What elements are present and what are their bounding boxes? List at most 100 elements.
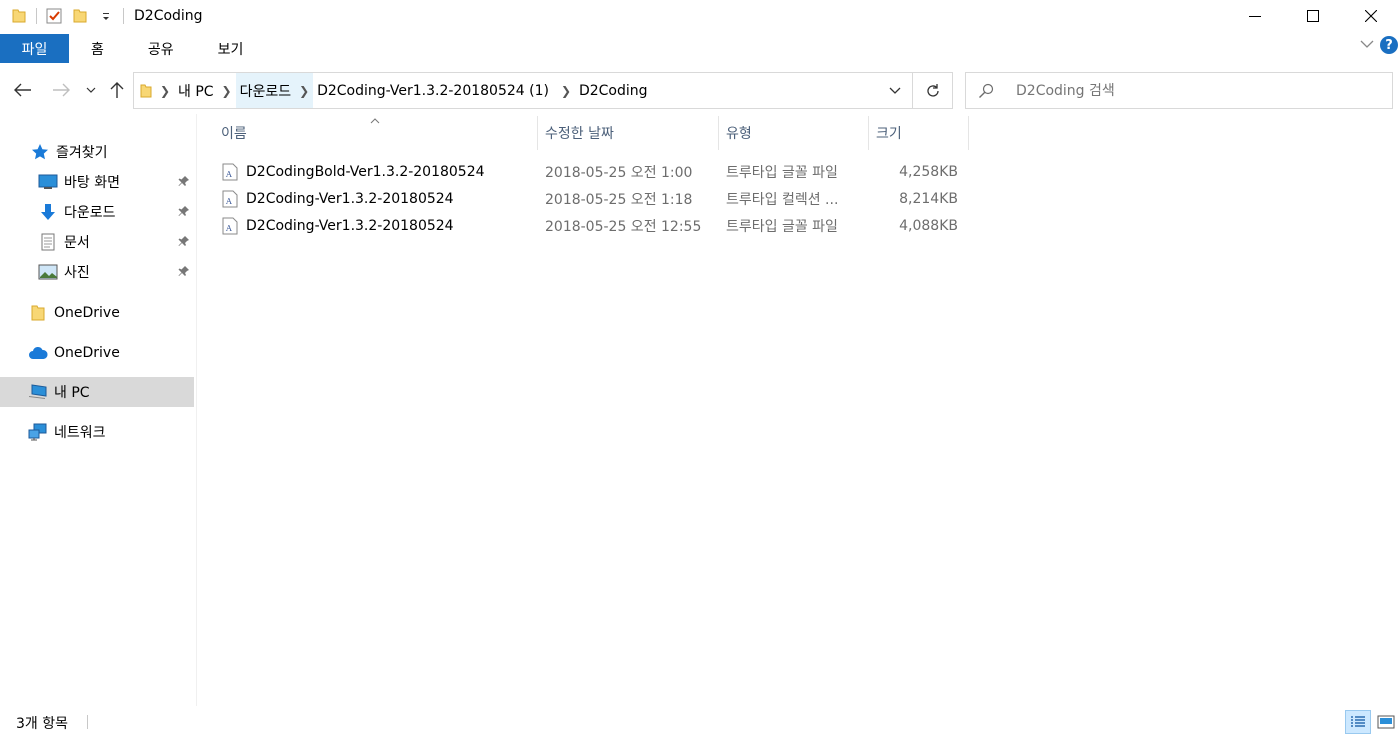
- nav-onedrive[interactable]: OneDrive: [0, 338, 194, 368]
- nav-label: 즐겨찾기: [56, 145, 108, 161]
- file-name: D2CodingBold-Ver1.3.2-20180524: [246, 163, 485, 180]
- search-input[interactable]: [1016, 82, 1376, 99]
- file-date: 2018-05-25 오전 1:00: [545, 164, 693, 181]
- nav-label: 사진: [64, 265, 90, 281]
- up-arrow-icon[interactable]: [106, 78, 128, 102]
- navigation-bar: ❯ 내 PC ❯ 다운로드 ❯ D2Coding-Ver1.3.2-201805…: [0, 66, 1400, 114]
- file-size: 8,214KB: [899, 190, 958, 207]
- back-arrow-icon[interactable]: [12, 78, 34, 102]
- file-name: D2Coding-Ver1.3.2-20180524: [246, 217, 454, 234]
- breadcrumb-chevron-icon[interactable]: ❯: [557, 73, 575, 108]
- svg-text:A: A: [225, 170, 232, 179]
- nav-documents[interactable]: 문서: [0, 227, 194, 257]
- file-row[interactable]: A D2Coding-Ver1.3.2-20180524 2018-05-25 …: [214, 185, 974, 212]
- help-icon[interactable]: ?: [1380, 36, 1398, 54]
- breadcrumb-this-pc[interactable]: 내 PC: [174, 73, 218, 108]
- nav-desktop[interactable]: 바탕 화면: [0, 167, 194, 197]
- search-box[interactable]: [965, 72, 1393, 109]
- font-file-icon: A: [220, 189, 240, 209]
- tab-share[interactable]: 공유: [126, 34, 196, 63]
- large-icons-view-button[interactable]: [1373, 710, 1399, 734]
- close-button[interactable]: [1342, 0, 1400, 32]
- document-icon: [38, 232, 58, 252]
- nav-onedrive-folder[interactable]: OneDrive: [0, 298, 194, 328]
- refresh-button[interactable]: [913, 72, 953, 109]
- file-type: 트루타입 글꼴 파일: [726, 164, 838, 181]
- file-date: 2018-05-25 오전 12:55: [545, 218, 702, 235]
- breadcrumb-chevron-icon[interactable]: ❯: [218, 73, 236, 108]
- font-file-icon: A: [220, 162, 240, 182]
- breadcrumb-chevron-icon[interactable]: ❯: [156, 73, 174, 108]
- forward-arrow-icon[interactable]: [50, 78, 72, 102]
- desktop-icon: [38, 172, 58, 192]
- file-row[interactable]: A D2Coding-Ver1.3.2-20180524 2018-05-25 …: [214, 212, 974, 239]
- nav-label: 내 PC: [54, 385, 90, 401]
- expand-ribbon-chevron-icon[interactable]: [1360, 37, 1374, 53]
- file-size: 4,088KB: [899, 217, 958, 234]
- pin-icon[interactable]: [178, 235, 190, 251]
- search-icon: [966, 83, 1006, 99]
- details-view-icon: [1351, 716, 1365, 727]
- quick-access-toolbar: D2Coding: [0, 0, 203, 32]
- nav-label: 다운로드: [64, 205, 116, 221]
- refresh-icon: [926, 83, 939, 97]
- breadcrumb-d2coding-ver[interactable]: D2Coding-Ver1.3.2-20180524 (1): [313, 73, 553, 108]
- file-name-cell: A D2Coding-Ver1.3.2-20180524: [220, 185, 454, 212]
- star-icon: [30, 142, 50, 162]
- address-bar[interactable]: ❯ 내 PC ❯ 다운로드 ❯ D2Coding-Ver1.3.2-201805…: [133, 72, 913, 109]
- sort-ascending-icon: [370, 116, 380, 127]
- download-arrow-icon: [38, 202, 58, 222]
- status-bar: 3개 항목: [0, 706, 1400, 736]
- pin-icon[interactable]: [178, 205, 190, 221]
- customize-toolbar-chevron-icon[interactable]: [95, 5, 117, 27]
- properties-check-icon[interactable]: [43, 5, 65, 27]
- tab-home[interactable]: 홈: [69, 34, 126, 63]
- column-header-date[interactable]: 수정한 날짜: [538, 116, 719, 150]
- nav-label: 바탕 화면: [64, 175, 120, 191]
- pin-icon[interactable]: [178, 175, 190, 191]
- nav-label: OneDrive: [54, 345, 120, 361]
- details-view-button[interactable]: [1345, 710, 1371, 734]
- column-header-size[interactable]: 크기: [869, 116, 969, 150]
- nav-this-pc[interactable]: 내 PC: [0, 377, 194, 407]
- nav-network[interactable]: 네트워크: [0, 417, 194, 447]
- nav-downloads[interactable]: 다운로드: [0, 197, 194, 227]
- nav-quick-access[interactable]: 즐겨찾기: [0, 137, 194, 167]
- title-bar: D2Coding: [0, 0, 1400, 32]
- folder-icon: [28, 303, 48, 323]
- tab-file[interactable]: 파일: [0, 34, 69, 63]
- column-header-type[interactable]: 유형: [719, 116, 869, 150]
- address-history-chevron-icon[interactable]: [878, 73, 912, 108]
- nav-label: OneDrive: [54, 305, 120, 321]
- status-separator: [87, 715, 88, 729]
- font-file-icon: A: [220, 216, 240, 236]
- network-icon: [28, 422, 48, 442]
- window-title: D2Coding: [134, 8, 203, 24]
- file-name: D2Coding-Ver1.3.2-20180524: [246, 190, 454, 207]
- breadcrumb-d2coding[interactable]: D2Coding: [575, 73, 652, 108]
- onedrive-cloud-icon: [28, 343, 48, 363]
- breadcrumb-chevron-icon[interactable]: ❯: [295, 73, 314, 108]
- toolbar-separator: [123, 8, 124, 24]
- maximize-button[interactable]: [1284, 0, 1342, 32]
- minimize-button[interactable]: [1226, 0, 1284, 32]
- pin-icon[interactable]: [178, 265, 190, 281]
- folder-icon[interactable]: [8, 5, 30, 27]
- svg-text:A: A: [225, 224, 232, 233]
- file-size: 4,258KB: [899, 163, 958, 180]
- ribbon-right-controls: ?: [1360, 36, 1398, 54]
- file-row[interactable]: A D2CodingBold-Ver1.3.2-20180524 2018-05…: [214, 158, 974, 185]
- breadcrumb-downloads[interactable]: 다운로드: [235, 73, 296, 108]
- nav-pictures[interactable]: 사진: [0, 257, 194, 287]
- new-folder-icon[interactable]: [69, 5, 91, 27]
- pictures-icon: [38, 262, 58, 282]
- computer-icon: [28, 382, 48, 402]
- nav-label: 문서: [64, 235, 90, 251]
- toolbar-separator: [36, 8, 37, 24]
- item-count: 3개 항목: [16, 716, 68, 732]
- large-icons-view-icon: [1377, 715, 1395, 729]
- folder-icon: [134, 73, 156, 108]
- recent-locations-chevron-icon[interactable]: [84, 78, 98, 102]
- tab-view[interactable]: 보기: [196, 34, 266, 63]
- file-type: 트루타입 글꼴 파일: [726, 218, 838, 235]
